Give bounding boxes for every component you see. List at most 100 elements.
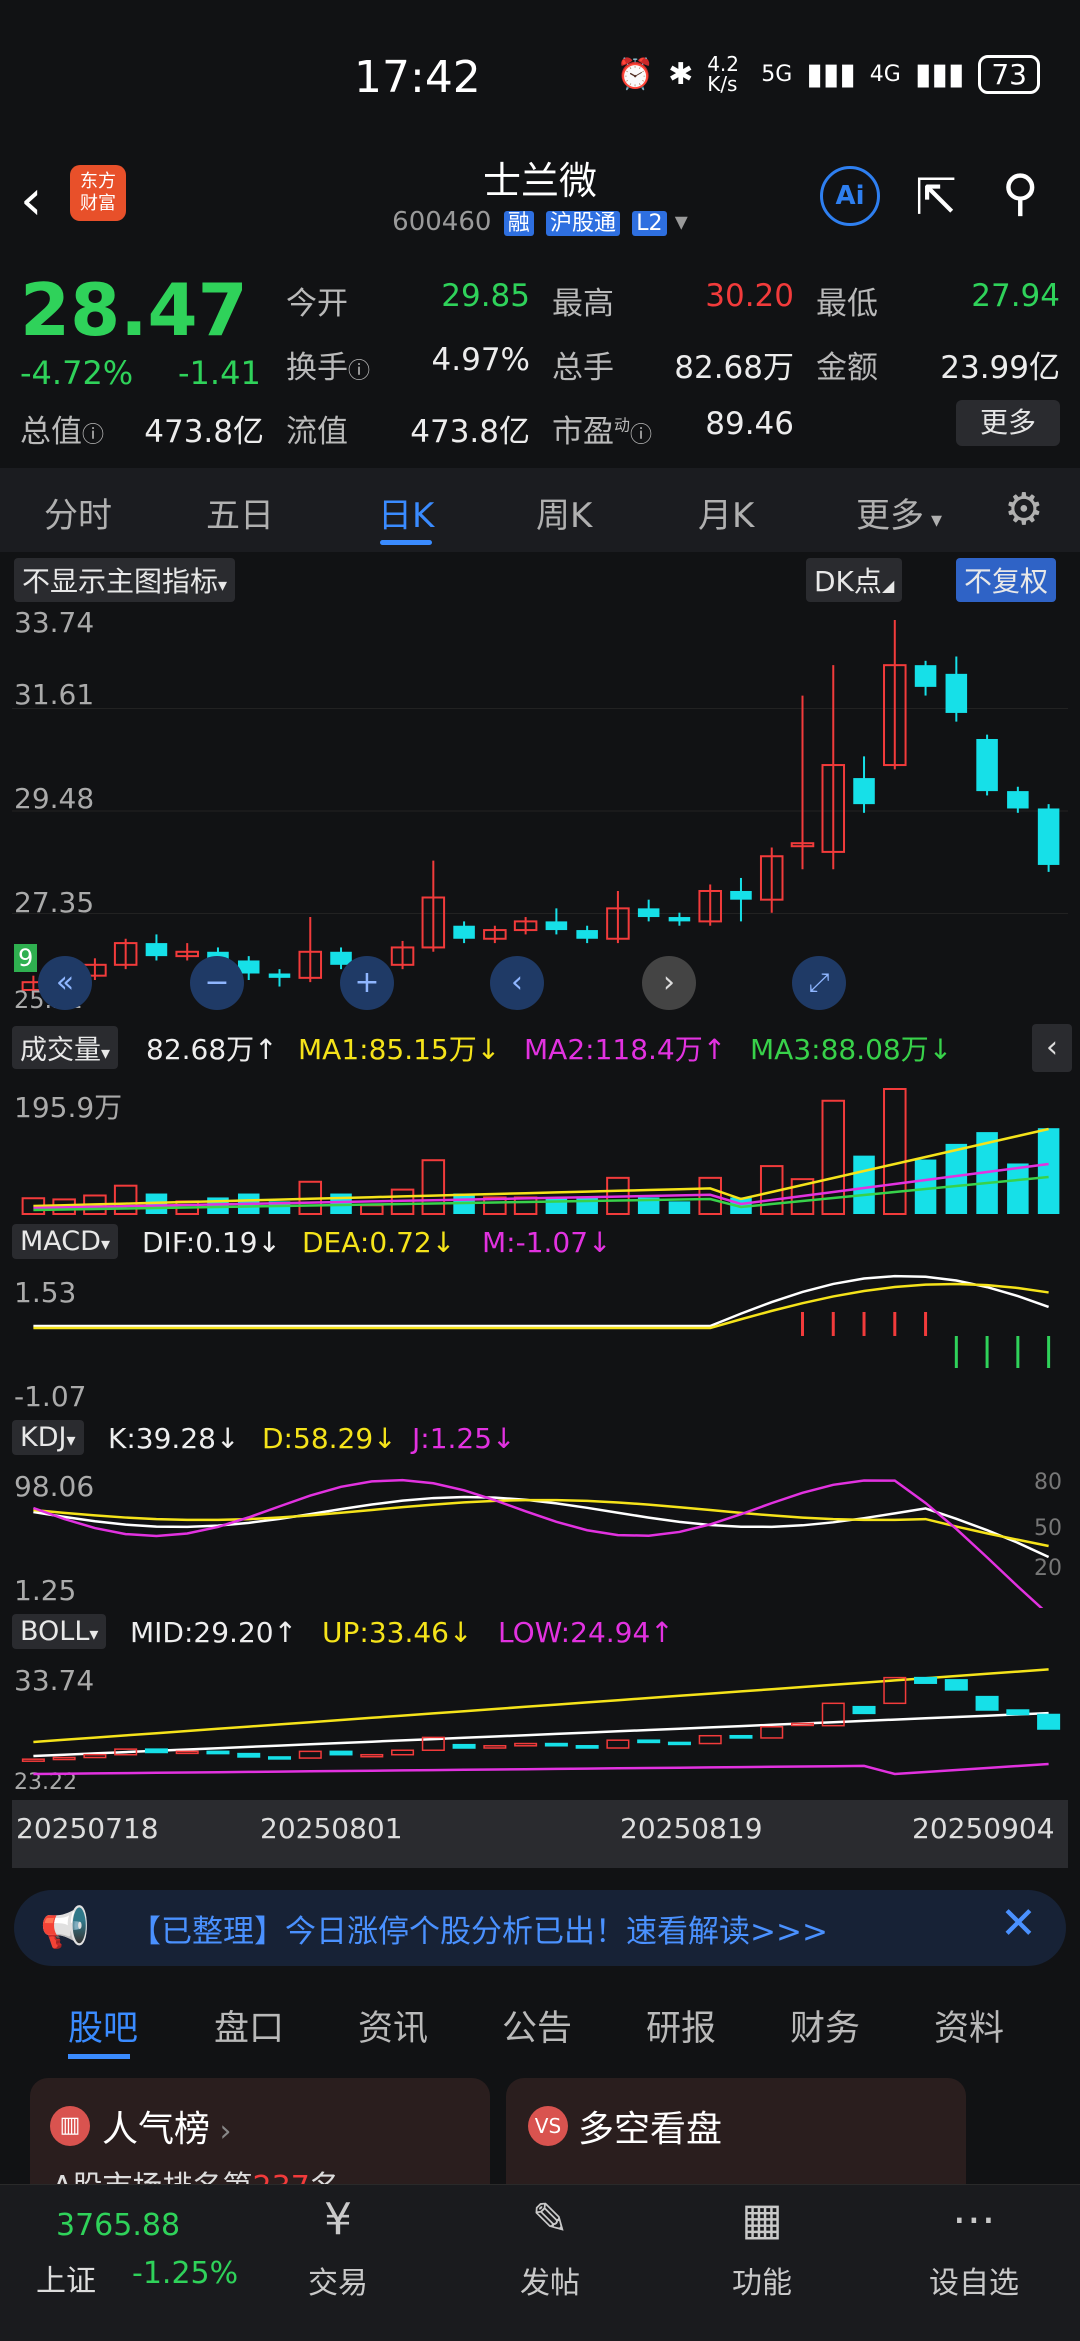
tab-news[interactable]: 资讯 [358, 2000, 428, 2051]
boll-candle [452, 1743, 476, 1749]
volume-bar [545, 1197, 568, 1214]
boll-candle [329, 1750, 353, 1756]
boll-chart[interactable] [12, 1656, 1068, 1796]
volume-bar [421, 1159, 446, 1215]
close-icon[interactable]: ✕ [1000, 1898, 1037, 1949]
volume-chart[interactable] [12, 1076, 1068, 1216]
volume-bar [853, 1155, 875, 1214]
tab-monthly-k[interactable]: 月K [698, 488, 754, 537]
date-label-4: 20250904 [912, 1812, 1055, 1845]
zoom-out-icon[interactable]: − [190, 956, 244, 1010]
macd-dea-line [33, 1282, 1049, 1330]
tab-profile[interactable]: 资料 [934, 2000, 1004, 2051]
tab-intraday[interactable]: 分时 [44, 488, 112, 537]
boll-candle [514, 1742, 538, 1747]
net-speed: 4.2 K/s [707, 52, 740, 96]
index-pct[interactable]: -1.25% [132, 2256, 238, 2291]
main-indicator-select[interactable]: 不显示主图指标▾ [14, 558, 236, 602]
grid-icon[interactable]: ▦ [702, 2194, 822, 2245]
kdj-chart[interactable] [12, 1462, 1068, 1608]
amount-label: 金额 [816, 350, 878, 386]
boll-candle [698, 1734, 722, 1745]
kline-chart[interactable] [12, 606, 1068, 1016]
fullscreen-icon[interactable]: ⤢ [792, 956, 846, 1010]
zoom-in-icon[interactable]: + [340, 956, 394, 1010]
index-value[interactable]: 3765.88 [56, 2208, 180, 2243]
axis-label-top: 33.74 [14, 606, 95, 639]
stock-code: 600460 [392, 207, 492, 237]
scroll-left-icon[interactable]: ‹ [490, 956, 544, 1010]
volume-bar [945, 1143, 968, 1214]
rank-icon: ▥ [50, 2106, 90, 2146]
macd-chart[interactable] [12, 1266, 1068, 1412]
tag-margin: 融 [503, 211, 534, 236]
boll-up: UP:33.46↓ [322, 1616, 473, 1649]
tab-daily-k[interactable]: 日K [378, 488, 434, 537]
boll-indicator-select[interactable]: BOLL▾ [12, 1614, 107, 1649]
trade-icon[interactable]: ¥ [278, 2194, 398, 2245]
edit-icon[interactable]: ✎ [490, 2194, 610, 2245]
nav-watchlist[interactable]: 设自选 [914, 2258, 1034, 2302]
high-label: 最高 [552, 286, 614, 322]
candle-body [1037, 808, 1060, 865]
candle-body [945, 673, 968, 713]
nav-functions[interactable]: 功能 [702, 2258, 822, 2302]
boll-candle [83, 1753, 107, 1759]
boll-candle [21, 1758, 45, 1762]
volume-indicator-select[interactable]: 成交量▾ [12, 1026, 119, 1069]
volume-bar [513, 1196, 538, 1215]
search-icon[interactable]: ⚲ [1002, 164, 1039, 222]
boll-candle [52, 1756, 76, 1761]
tab-guba[interactable]: 股吧 [68, 2000, 138, 2051]
date-label-3: 20250819 [620, 1812, 763, 1845]
info-icon: ⓘ [348, 359, 371, 384]
more-dots-icon[interactable]: ⋯ [914, 2194, 1034, 2245]
pe-label: 市盈动ⓘ [552, 414, 653, 450]
nav-post[interactable]: 发帖 [490, 2258, 610, 2302]
more-quote-button[interactable]: 更多 [956, 400, 1060, 446]
bull-bear-title: 多空看盘 [578, 2109, 723, 2150]
signal-icon-2: ▮▮▮ [914, 56, 965, 92]
scroll-right-icon[interactable]: › [642, 956, 696, 1010]
boll-candle [360, 1753, 384, 1758]
axis-label-4: 27.35 [14, 886, 95, 919]
boll-low: LOW:24.94↑ [498, 1616, 674, 1649]
macd-indicator-select[interactable]: MACD▾ [12, 1224, 118, 1259]
banner-text[interactable]: 【已整理】今日涨停个股分析已出！速看解读>>> [130, 1906, 828, 1951]
pe-value: 89.46 [705, 406, 794, 442]
boll-candle [175, 1750, 199, 1755]
tab-five-day[interactable]: 五日 [206, 488, 274, 537]
tab-finance[interactable]: 财务 [790, 2000, 860, 2051]
float-cap-label: 流值 [286, 414, 348, 450]
boll-candle [237, 1752, 261, 1758]
tab-weekly-k[interactable]: 周K [536, 488, 592, 537]
kdj-k: K:39.28↓ [108, 1422, 240, 1455]
tab-research[interactable]: 研报 [646, 2000, 716, 2051]
kdj-indicator-select[interactable]: KDJ▾ [12, 1420, 84, 1455]
boll-candle [1006, 1709, 1030, 1716]
boll-candle [267, 1756, 292, 1760]
macd-dea: DEA:0.72↓ [302, 1226, 456, 1259]
boll-low-line [33, 1762, 1049, 1776]
dk-point-select[interactable]: DK点◢ [806, 558, 903, 602]
collapse-panel-icon[interactable]: ‹ [1032, 1024, 1072, 1072]
volume-ma3: MA3:88.08万↓ [750, 1033, 953, 1066]
adjust-toggle[interactable]: 不复权 [956, 558, 1057, 602]
candle-body [637, 908, 660, 918]
macd-dif: DIF:0.19↓ [142, 1226, 281, 1259]
volume-value: 82.68万 [674, 350, 794, 386]
change-percent: -4.72% [20, 354, 134, 392]
share-icon[interactable]: ⇱ [915, 168, 957, 226]
scroll-left-fast-icon[interactable]: « [38, 956, 92, 1010]
boll-candle [1037, 1713, 1061, 1730]
gear-icon[interactable]: ⚙ [1004, 484, 1043, 535]
boll-candle [391, 1749, 415, 1756]
ai-assistant-button[interactable]: Ai [820, 166, 880, 226]
signal-4g: 4G [869, 61, 901, 87]
index-name[interactable]: 上证 [36, 2256, 96, 2300]
tab-pankou[interactable]: 盘口 [214, 2000, 284, 2051]
nav-trade[interactable]: 交易 [278, 2258, 398, 2302]
tab-more[interactable]: 更多 ▾ [856, 488, 942, 537]
kdj-j: J:1.25↓ [412, 1422, 516, 1455]
tab-announcements[interactable]: 公告 [502, 2000, 572, 2051]
